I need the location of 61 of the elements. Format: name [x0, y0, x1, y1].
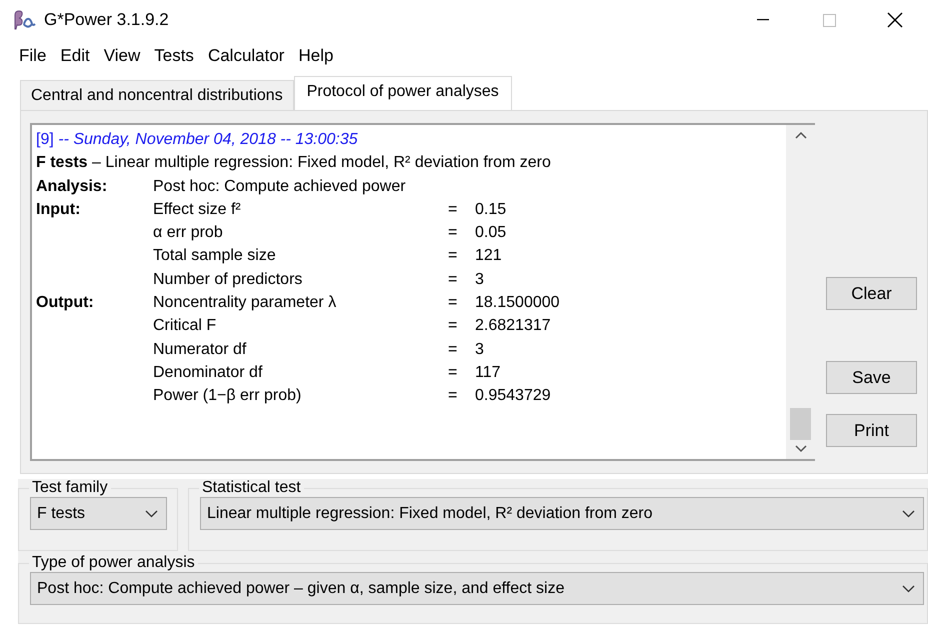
menu-item[interactable]: Edit	[53, 46, 97, 66]
group-label: Statistical test	[201, 479, 302, 497]
parameter-name: Power (1−β err prob)	[153, 386, 302, 406]
dropdown[interactable]: F tests	[30, 497, 167, 530]
parameter-value: 0.05	[475, 223, 508, 244]
equals-sign: =	[448, 270, 458, 290]
section-label: Analysis:	[36, 176, 108, 197]
test-description: F tests – Linear multiple regression: Fixed model, R² deviation from zero	[36, 153, 552, 174]
action-button[interactable]: Save	[826, 361, 917, 394]
chevron-down-icon	[902, 584, 915, 592]
equals-sign: =	[448, 362, 458, 383]
section-label: Input:	[36, 200, 82, 220]
parameter-value: 18.1500000	[475, 293, 561, 314]
tab[interactable]: Central and noncentral distributions	[20, 80, 294, 110]
equals-sign: =	[448, 340, 458, 360]
parameter-name: Denominator df	[153, 362, 264, 383]
parameter-value: 2.6821317	[475, 316, 552, 336]
action-button[interactable]: Print	[826, 414, 917, 447]
equals-sign: =	[448, 316, 458, 336]
dropdown[interactable]: Linear multiple regression: Fixed model, R² deviation from zero	[200, 497, 924, 530]
equals-sign: =	[448, 293, 458, 314]
parameter-name: Post hoc: Compute achieved power	[153, 176, 407, 197]
section-label: Output:	[36, 293, 95, 314]
parameter-name: Noncentrality parameter λ	[153, 293, 338, 314]
menu-item[interactable]: File	[12, 46, 54, 66]
parameter-name: α err prob	[153, 223, 224, 244]
group-label: Test family	[31, 479, 109, 497]
parameter-value: 117	[475, 362, 502, 383]
parameter-name: Numerator df	[153, 340, 248, 360]
parameter-value: 3	[475, 270, 485, 290]
dropdown[interactable]: Post hoc: Compute achieved power – given α, sample size, and effect size	[30, 572, 924, 605]
equals-sign: =	[448, 246, 458, 266]
menu-item[interactable]: View	[96, 46, 148, 66]
menu-item[interactable]: Help	[291, 46, 340, 66]
parameter-name: Effect size f²	[153, 200, 242, 220]
scroll-down-icon[interactable]	[794, 445, 806, 453]
scrollbar[interactable]	[786, 125, 815, 459]
equals-sign: =	[448, 200, 458, 220]
parameter-value: 0.15	[475, 200, 508, 220]
parameter-value: 121	[475, 246, 503, 266]
action-button[interactable]: Clear	[826, 277, 917, 310]
parameter-name: Number of predictors	[153, 270, 304, 290]
window-title: G*Power 3.1.9.2	[44, 10, 170, 30]
protocol-header: [9] -- Sunday, November 04, 2018 -- 13:00:35	[36, 130, 359, 150]
chevron-down-icon	[902, 510, 915, 518]
menu-item[interactable]: Tests	[147, 46, 201, 66]
scroll-thumb[interactable]	[790, 408, 811, 440]
chevron-down-icon	[145, 510, 158, 518]
parameter-name: Critical F	[153, 316, 218, 336]
close-icon[interactable]	[887, 12, 903, 28]
minimize-icon[interactable]	[757, 19, 769, 21]
group-label: Type of power analysis	[31, 554, 196, 572]
tab[interactable]: Protocol of power analyses	[294, 76, 512, 110]
app-logo-icon	[12, 10, 36, 30]
menu-item[interactable]: Calculator	[200, 46, 292, 66]
equals-sign: =	[448, 386, 458, 406]
scroll-up-icon[interactable]	[794, 131, 806, 139]
parameter-value: 0.9543729	[475, 386, 552, 406]
equals-sign: =	[448, 223, 458, 244]
parameter-name: Total sample size	[153, 246, 277, 266]
parameter-value: 3	[475, 340, 485, 360]
